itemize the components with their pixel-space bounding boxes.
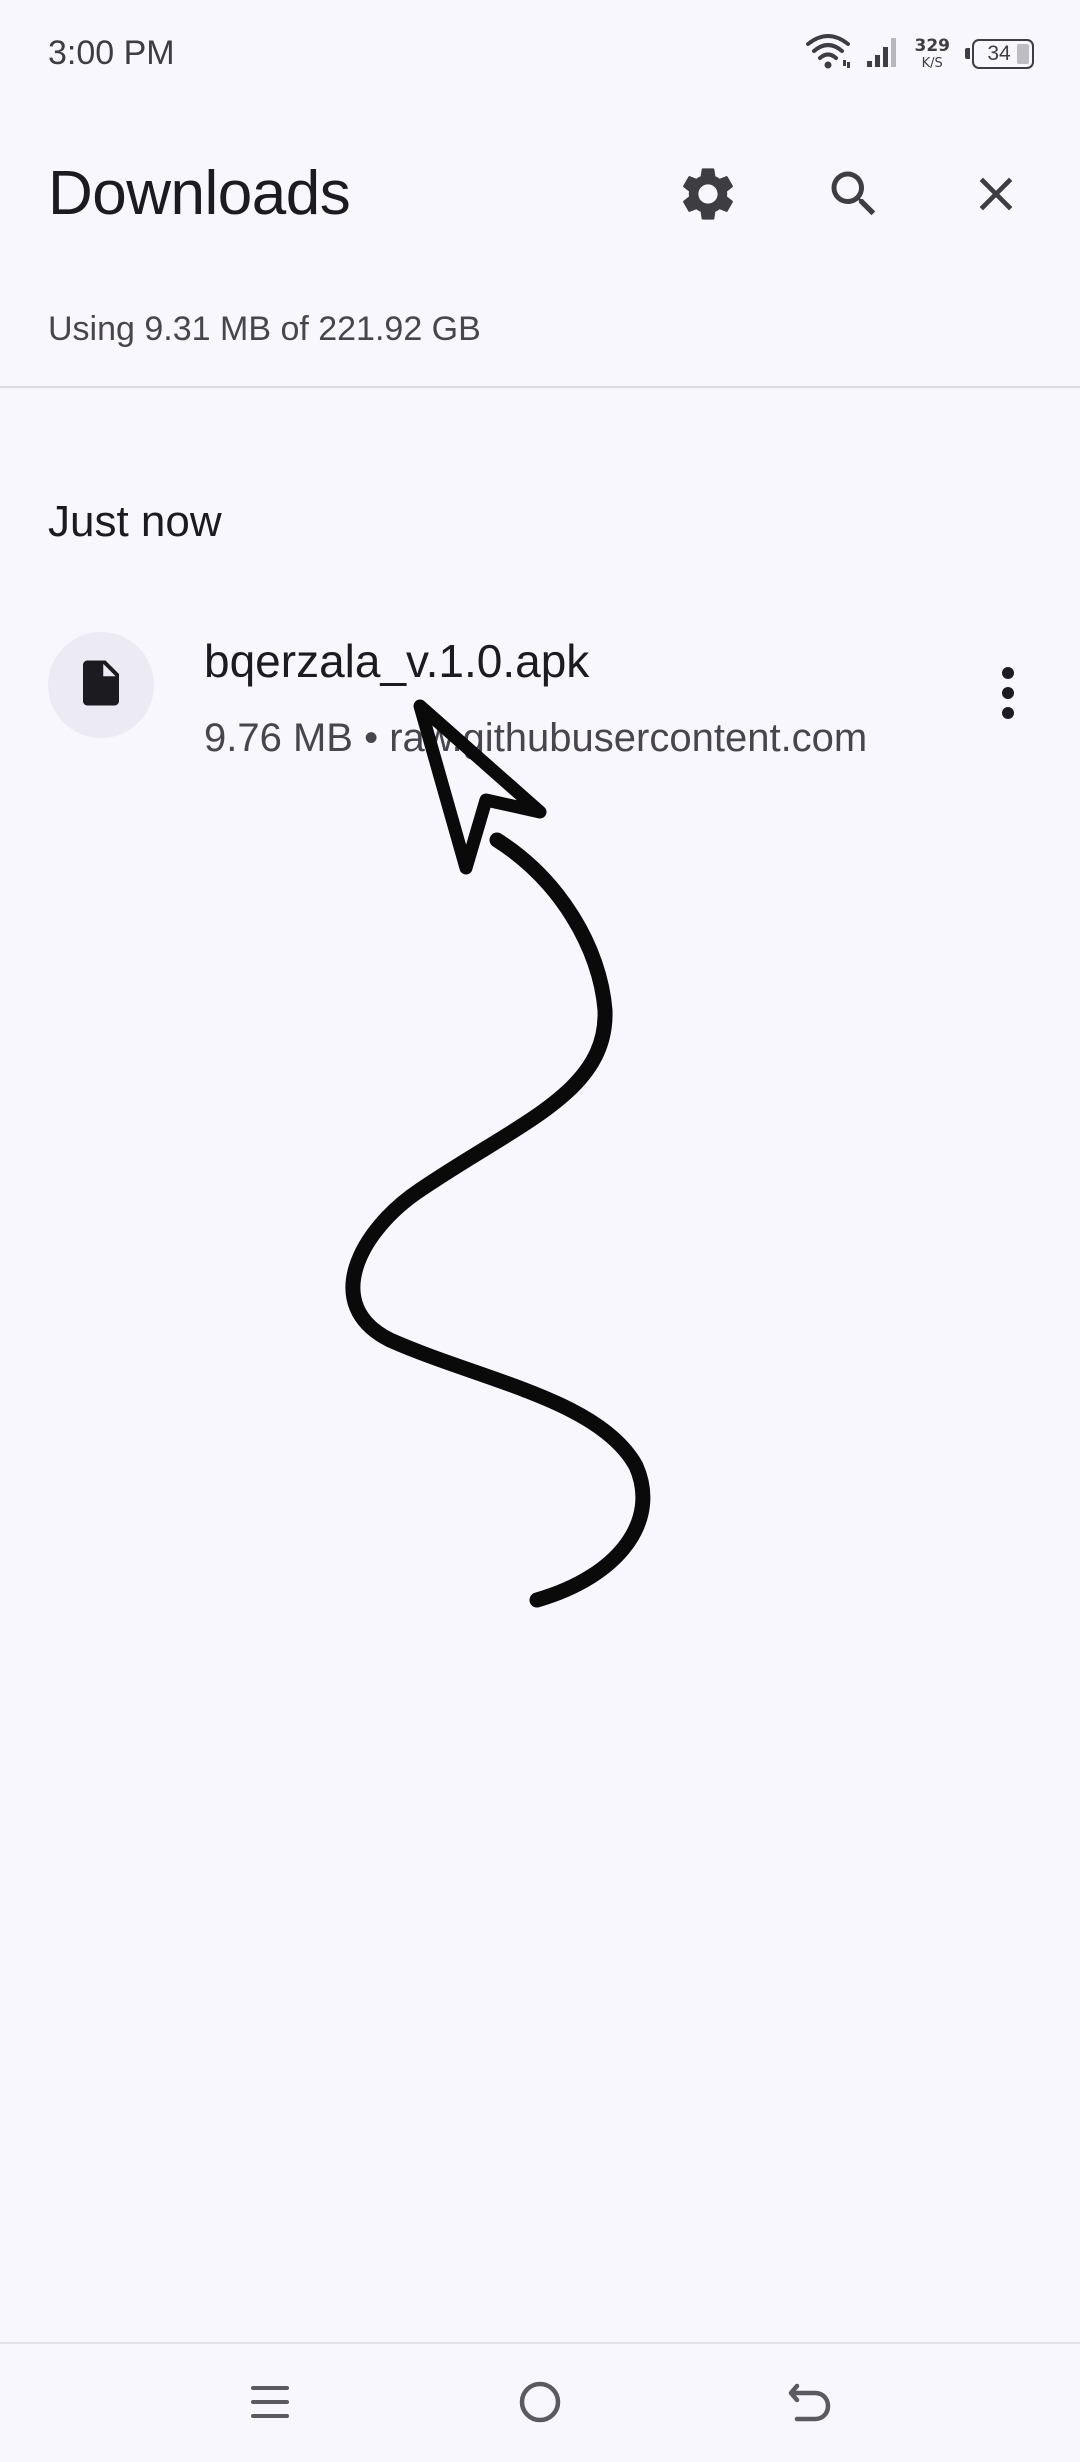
top-app-bar: Downloads <box>0 130 1080 260</box>
section-header-just-now: Just now <box>48 497 222 546</box>
wifi-icon <box>805 32 851 77</box>
storage-usage-text: Using 9.31 MB of 221.92 GB <box>48 310 481 348</box>
battery-level: 34 <box>987 42 1011 65</box>
status-bar: 3:00 PM 329 K/S 34 <box>0 0 1080 110</box>
nav-back-button[interactable] <box>770 2364 850 2444</box>
more-vert-icon <box>998 663 1018 728</box>
net-speed-unit: K/S <box>921 56 943 71</box>
search-button[interactable] <box>810 152 898 240</box>
search-icon <box>824 164 884 229</box>
back-icon <box>787 2380 833 2429</box>
home-icon <box>517 2379 563 2430</box>
menu-icon <box>249 2382 291 2427</box>
settings-button[interactable] <box>664 152 752 240</box>
status-icons: 329 K/S 34 <box>805 32 1034 77</box>
file-icon <box>74 656 128 715</box>
signal-icon <box>865 35 901 74</box>
net-speed: 329 K/S <box>914 36 951 71</box>
system-nav-bar <box>0 2342 1080 2462</box>
close-button[interactable] <box>952 152 1040 240</box>
close-icon <box>968 166 1024 227</box>
divider <box>0 386 1080 388</box>
page-title: Downloads <box>48 159 351 228</box>
status-time: 3:00 PM <box>48 34 175 72</box>
annotation-arrow-curve <box>345 832 651 1608</box>
file-icon-container <box>48 632 154 738</box>
file-meta: 9.76 MB • raw.githubusercontent.com <box>204 716 868 760</box>
nav-menu-button[interactable] <box>230 2364 310 2444</box>
more-options-button[interactable] <box>968 650 1048 740</box>
settings-icon <box>676 162 740 231</box>
file-name: bqerzala_v.1.0.apk <box>204 635 590 687</box>
download-list-item[interactable]: bqerzala_v.1.0.apk 9.76 MB • raw.githubu… <box>0 610 1080 770</box>
annotation-arrow-overlay <box>345 699 651 1608</box>
net-speed-value: 329 <box>914 36 951 56</box>
battery-icon: 34 <box>965 39 1034 69</box>
nav-home-button[interactable] <box>500 2364 580 2444</box>
